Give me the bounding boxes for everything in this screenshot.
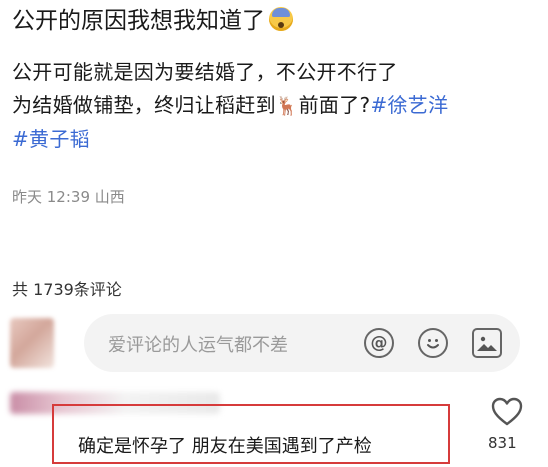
post-body: 公开可能就是因为要结婚了，不公开不行了 为结婚做铺垫，终归让稻赶到🦌前面了?#徐… — [12, 56, 542, 156]
image-icon[interactable] — [472, 328, 502, 358]
post-title: 公开的原因我想我知道了 — [12, 4, 293, 38]
hashtag-xu-yiyang[interactable]: #徐艺洋 — [370, 93, 448, 117]
comment-text: 确定是怀孕了 朋友在美国遇到了产检 — [78, 436, 372, 457]
like-count: 831 — [488, 434, 517, 452]
smile-icon[interactable] — [418, 328, 448, 358]
comment-input[interactable]: 爱评论的人运气都不差 @ — [84, 314, 520, 372]
post-meta: 昨天 12:39 山西 — [12, 188, 125, 206]
post-body-line-2: 为结婚做铺垫，终归让稻赶到🦌前面了?#徐艺洋 — [12, 89, 542, 123]
post-title-text: 公开的原因我想我知道了 — [12, 8, 265, 34]
post-body-line-2-text: 为结婚做铺垫，终归让稻赶到 — [12, 93, 276, 117]
deer-emoji-icon: 🦌 — [275, 96, 299, 117]
comment-placeholder: 爱评论的人运气都不差 — [108, 335, 288, 356]
post-body-line-2-tail: 前面了? — [298, 93, 371, 117]
avatar — [10, 318, 54, 368]
comment-count: 共 1739条评论 — [12, 280, 122, 299]
hashtag-huang-zitao[interactable]: #黄子韬 — [12, 123, 542, 156]
post-body-line-1: 公开可能就是因为要结婚了，不公开不行了 — [12, 60, 398, 84]
fearful-face-emoji-icon — [269, 7, 293, 31]
heart-icon[interactable] — [490, 396, 524, 428]
at-icon[interactable]: @ — [364, 328, 394, 358]
